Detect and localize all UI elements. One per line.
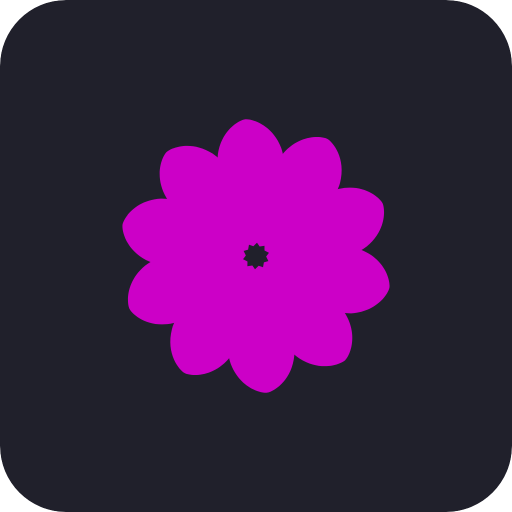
flower-icon [0, 0, 512, 512]
icon-background [0, 0, 512, 512]
app-icon[interactable] [0, 0, 512, 512]
